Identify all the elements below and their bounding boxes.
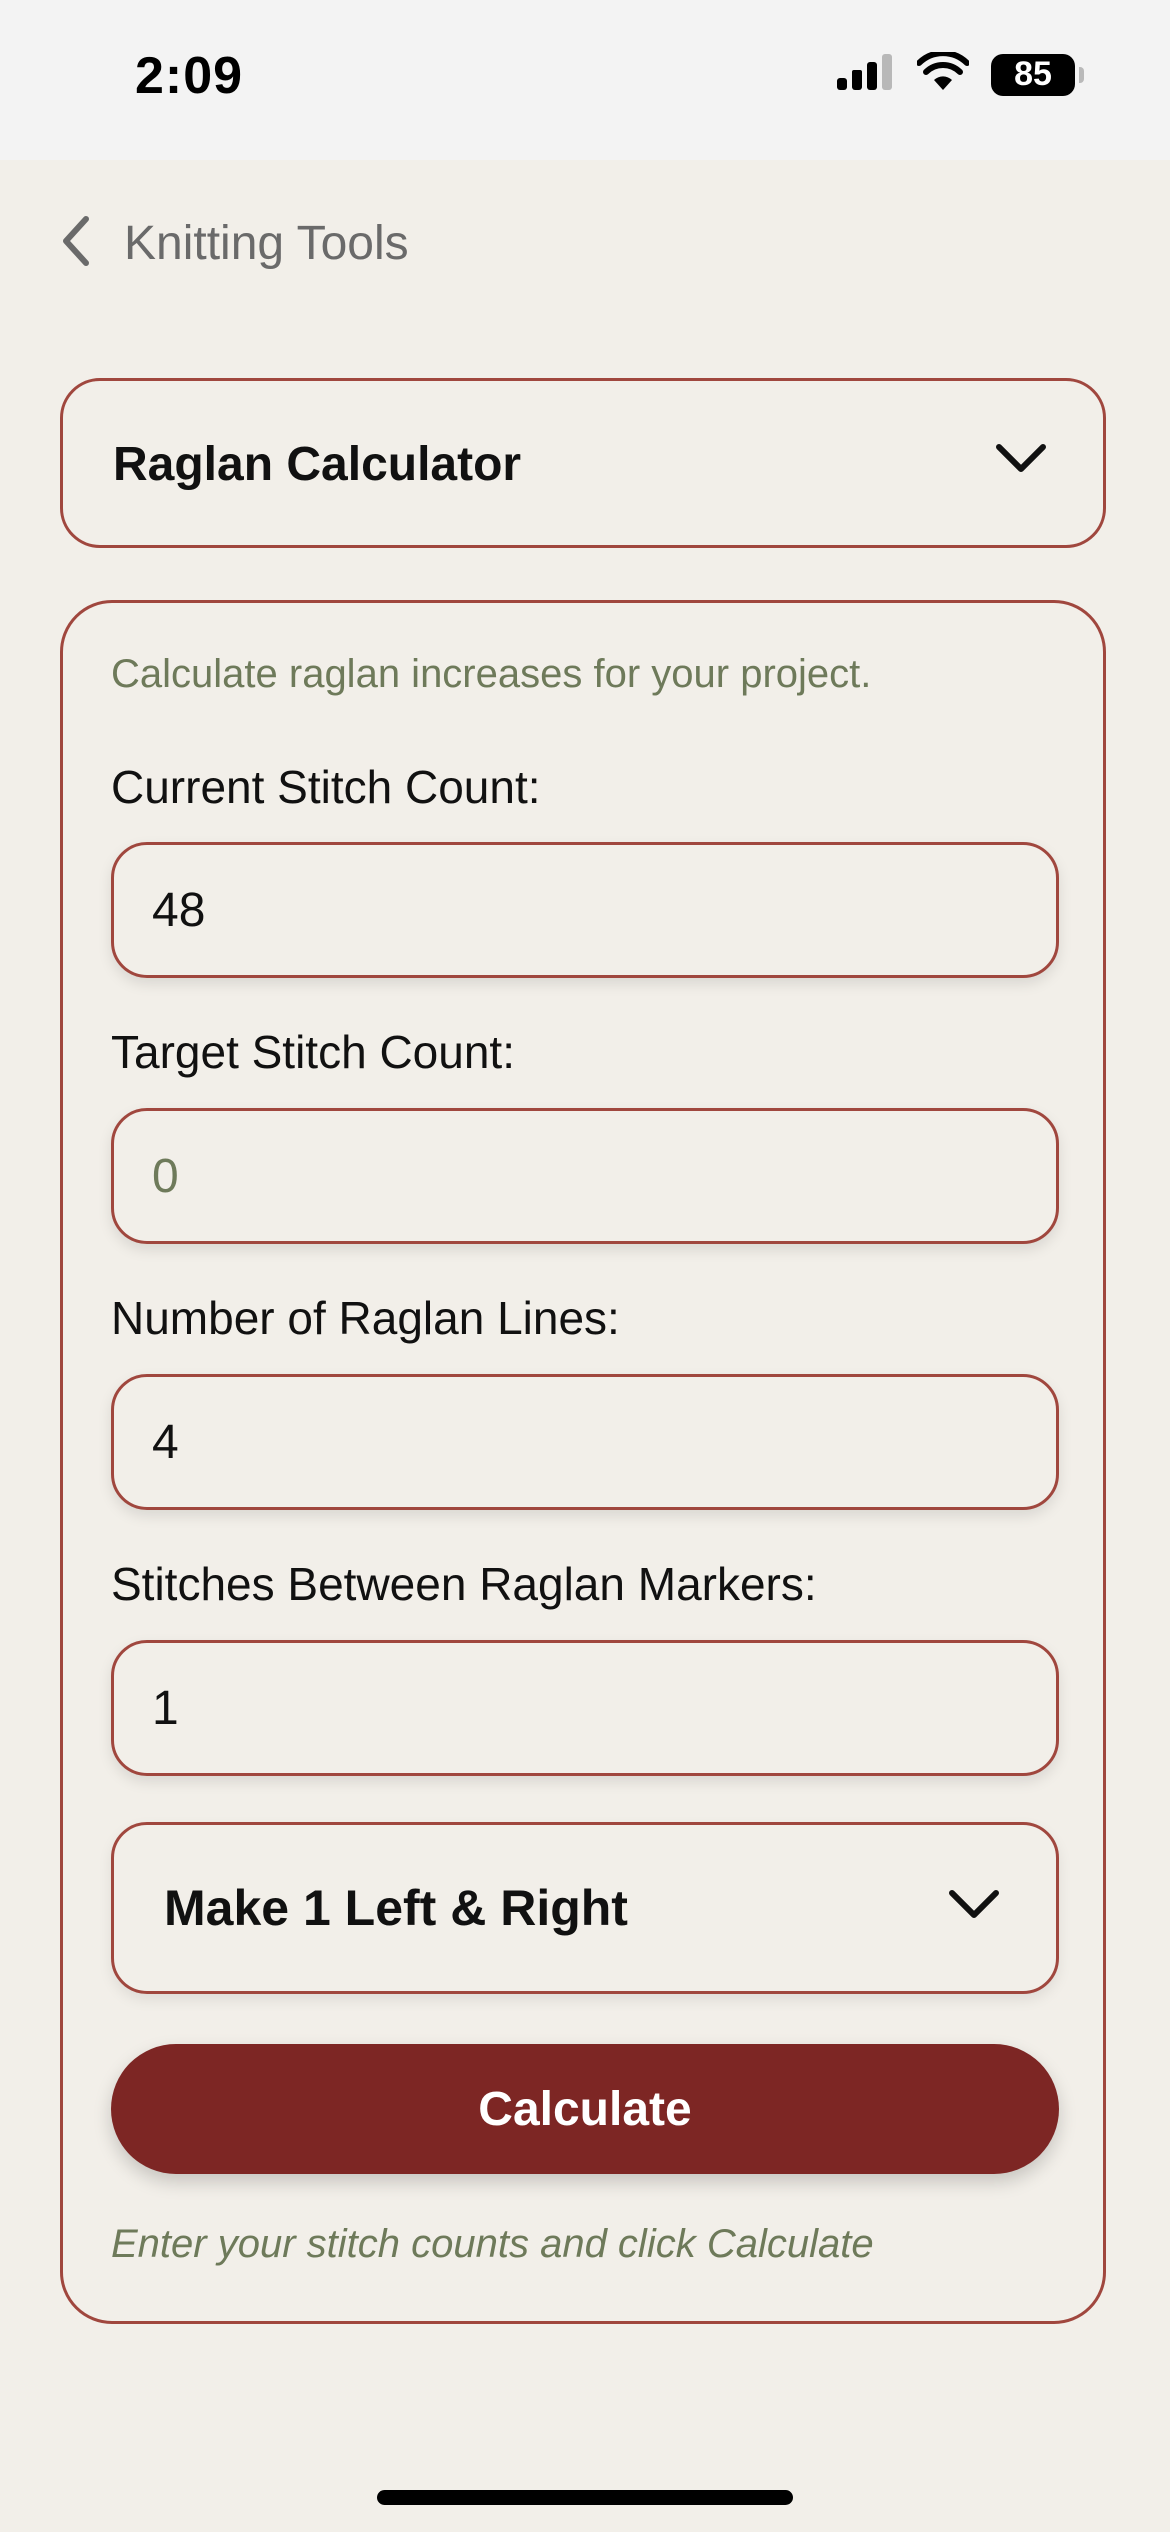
status-bar: 2:09 85: [0, 0, 1170, 160]
status-icons: 85: [837, 50, 1084, 97]
nav-title: Knitting Tools: [124, 217, 409, 270]
status-time: 2:09: [135, 47, 244, 105]
increase-method-dropdown[interactable]: Make 1 Left & Right: [111, 1822, 1059, 1994]
tool-selector-dropdown[interactable]: Raglan Calculator: [60, 378, 1106, 548]
cellular-signal-icon: [837, 52, 895, 97]
stitches-between-input[interactable]: 1: [111, 1640, 1059, 1776]
chevron-down-icon: [948, 1889, 1000, 1926]
result-hint: Enter your stitch counts and click Calcu…: [111, 2222, 874, 2266]
home-indicator[interactable]: [377, 2490, 793, 2505]
tool-selector-label: Raglan Calculator: [113, 438, 522, 491]
raglan-lines-input[interactable]: 4: [111, 1374, 1059, 1510]
chevron-down-icon: [995, 443, 1047, 480]
battery-icon: 85: [991, 53, 1084, 96]
calculate-button[interactable]: Calculate: [111, 2044, 1059, 2174]
target-stitch-label: Target Stitch Count:: [111, 1026, 515, 1078]
wifi-icon: [916, 50, 970, 97]
current-stitch-input[interactable]: 48: [111, 842, 1059, 978]
increase-method-label: Make 1 Left & Right: [164, 1880, 628, 1936]
back-button[interactable]: Knitting Tools: [60, 215, 409, 272]
panel-description: Calculate raglan increases for your proj…: [111, 652, 872, 696]
raglan-lines-label: Number of Raglan Lines:: [111, 1292, 620, 1344]
chevron-left-icon: [60, 215, 90, 272]
stitches-between-label: Stitches Between Raglan Markers:: [111, 1558, 817, 1610]
target-stitch-input[interactable]: 0: [111, 1108, 1059, 1244]
current-stitch-label: Current Stitch Count:: [111, 761, 541, 813]
